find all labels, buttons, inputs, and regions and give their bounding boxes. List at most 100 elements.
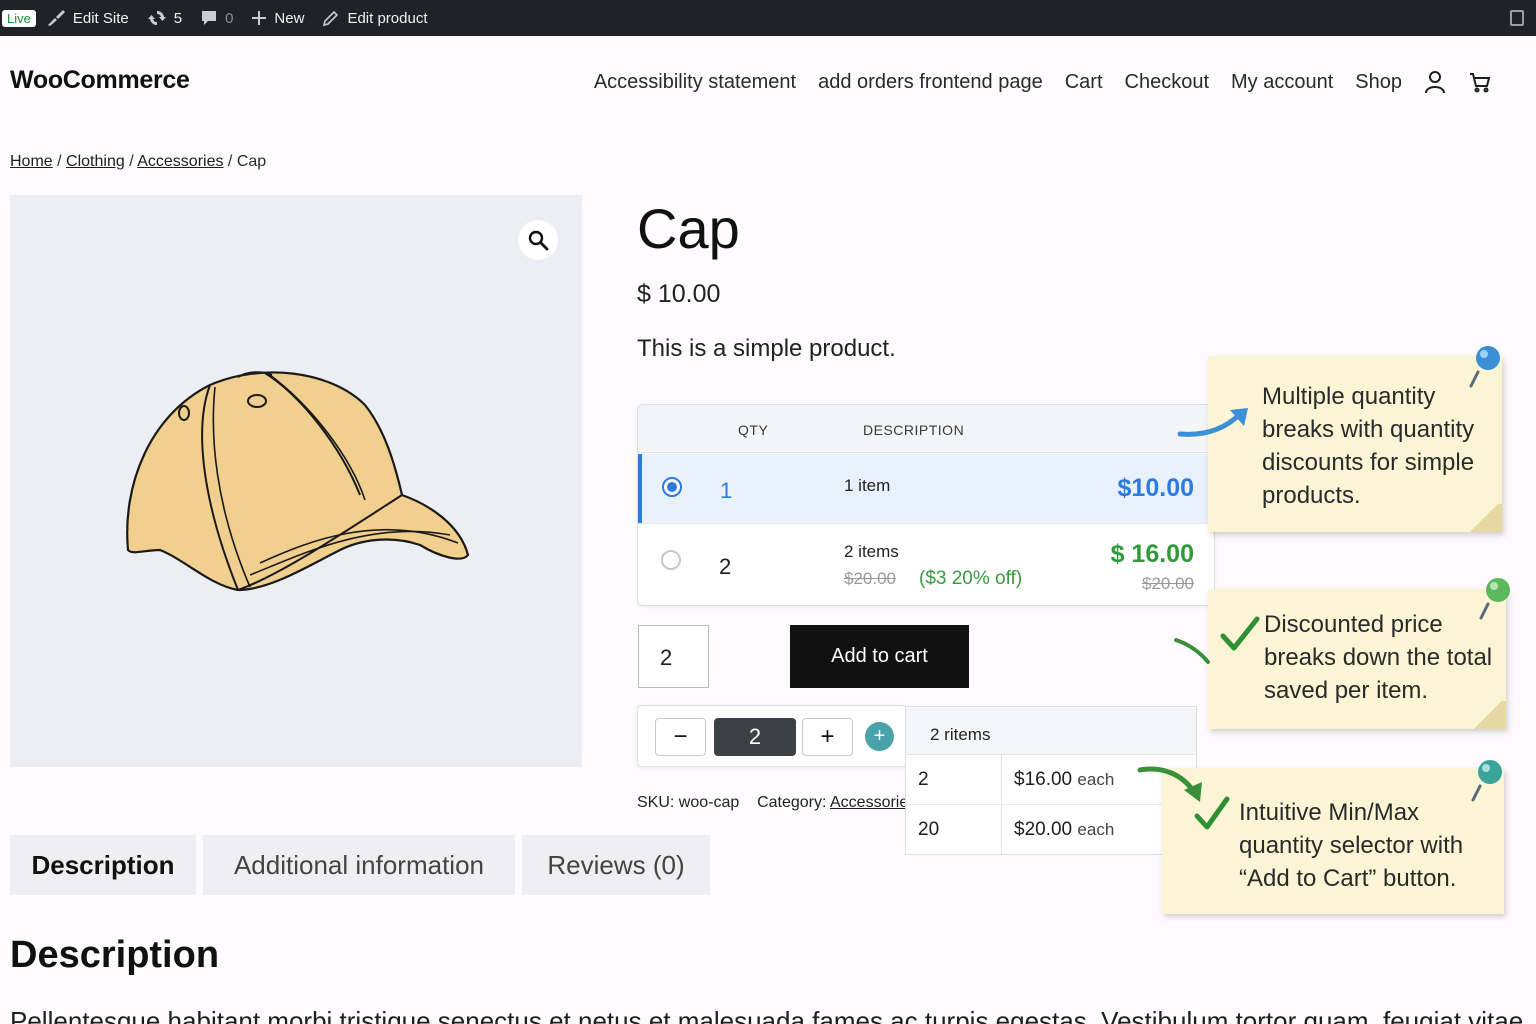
tier-radio[interactable] (661, 550, 681, 570)
sticky-note-min-max: Intuitive Min/Max quantity selector with… (1162, 768, 1504, 914)
tiers-header: QTY DESCRIPTION (638, 405, 1214, 453)
arrow-icon (1174, 638, 1210, 664)
comments-count: 0 (225, 9, 234, 27)
sku-value: woo-cap (678, 794, 740, 811)
tab-description[interactable]: Description (10, 835, 196, 895)
product-short-description: This is a simple product. (637, 335, 896, 362)
breadcrumb-separator: / (57, 153, 62, 170)
stepper-value[interactable]: 2 (714, 718, 796, 756)
range-qty: 2 (918, 769, 929, 790)
breadcrumb-separator: / (129, 153, 134, 170)
cell-divider (1001, 805, 1002, 855)
updates-link[interactable]: 5 (147, 9, 182, 27)
tiers-header-description: DESCRIPTION (863, 422, 965, 438)
note-line: quantity selector with (1239, 832, 1464, 859)
increment-button[interactable]: + (802, 718, 853, 756)
note-line: Intuitive Min/Max (1239, 799, 1420, 826)
decrement-button[interactable]: − (655, 718, 706, 756)
breadcrumb-home[interactable]: Home (10, 153, 53, 170)
comment-icon (202, 11, 217, 25)
updates-count: 5 (173, 9, 183, 27)
product-meta: SKU: woo-cap Category: Accessories (637, 794, 905, 812)
range-price-value: $20.00 (1014, 819, 1073, 840)
nav-item-accessibility[interactable]: Accessibility statement (594, 71, 796, 94)
edit-product-label: Edit product (347, 9, 428, 27)
tab-reviews[interactable]: Reviews (0) (522, 835, 710, 895)
nav-item-my-account[interactable]: My account (1231, 71, 1333, 94)
category-link[interactable]: Accessories (830, 794, 905, 811)
breadcrumb-accessories[interactable]: Accessories (137, 153, 223, 170)
comments-link[interactable]: 0 (200, 9, 233, 27)
product-title: Cap (637, 197, 740, 260)
sku-label: SKU: (637, 794, 675, 811)
description-text: Pellentesque habitant morbi tristique se… (10, 1006, 1524, 1024)
quantity-input[interactable]: 2 (638, 625, 709, 688)
sticky-note-discounted-price: Discounted price breaks down the total s… (1208, 589, 1506, 729)
account-icon[interactable] (1424, 70, 1446, 94)
nav-item-add-orders[interactable]: add orders frontend page (818, 71, 1043, 94)
tier-description: 2 items (844, 542, 899, 561)
add-circle-icon[interactable]: + (865, 722, 894, 751)
ranges-header: 2 ritems (906, 707, 1196, 755)
tab-additional-information[interactable]: Additional information (203, 835, 515, 895)
note-curl (1466, 504, 1502, 532)
site-title[interactable]: WooCommerce (10, 66, 190, 95)
breadcrumb: Home / Clothing / Accessories / Cap (10, 153, 266, 171)
cell-divider (1001, 755, 1002, 805)
tier-row[interactable]: 1 1 item $10.00 (638, 454, 1214, 523)
sticky-note-quantity-breaks: Multiple quantity breaks with quantity d… (1208, 356, 1502, 532)
category-label: Category: (757, 794, 827, 811)
edit-site-label: Edit Site (72, 9, 129, 27)
product-price: $ 10.00 (637, 280, 721, 308)
note-line: “Add to Cart” button. (1239, 865, 1457, 892)
quantity-tiers-table: QTY DESCRIPTION 1 1 item $10.00 2 2 item… (637, 404, 1215, 606)
live-badge: Live (2, 9, 36, 27)
range-unit: each (1077, 820, 1115, 839)
description-heading: Description (10, 934, 220, 976)
edit-product-link[interactable]: Edit product (322, 9, 427, 27)
tier-qty: 1 (720, 478, 733, 503)
arrow-icon (1177, 408, 1248, 437)
breadcrumb-separator: / (227, 153, 233, 170)
nav-item-checkout[interactable]: Checkout (1125, 71, 1210, 94)
tier-price: $10.00 (1117, 474, 1194, 502)
new-label: New (274, 9, 305, 27)
note-line: breaks with quantity (1262, 416, 1475, 443)
new-link[interactable]: New (251, 10, 304, 27)
range-price: $16.00 each (1014, 769, 1114, 791)
teal-pin-icon (1471, 760, 1502, 802)
add-to-cart-button[interactable]: Add to cart (790, 625, 969, 688)
tier-radio-selected[interactable] (662, 477, 682, 497)
tier-price: $ 16.00 (1110, 540, 1194, 568)
tier-row[interactable]: 2 2 items $20.00 ($3 20% off) $ 16.00 $2… (638, 523, 1214, 605)
edit-site-link[interactable]: Edit Site (46, 9, 129, 27)
tier-qty: 2 (719, 554, 732, 579)
range-unit: each (1077, 770, 1115, 789)
blue-pin-icon (1469, 346, 1500, 388)
pencil-icon (323, 10, 339, 27)
admin-bar: Live Edit Site 5 0 New Edit product (0, 0, 1536, 36)
nav-item-shop[interactable]: Shop (1355, 71, 1402, 94)
cap-image (126, 371, 470, 592)
breadcrumb-clothing[interactable]: Clothing (66, 153, 125, 170)
screen-options-icon[interactable] (1510, 10, 1524, 26)
note-curl (1470, 701, 1506, 729)
tier-description: 1 item (844, 476, 891, 495)
arrow-icon (1137, 766, 1202, 802)
tier-old-total: $20.00 (844, 569, 896, 588)
green-pin-icon (1479, 578, 1510, 620)
cart-icon[interactable] (1468, 70, 1492, 94)
checkmark-icon (1220, 616, 1260, 651)
refresh-icon (147, 10, 166, 26)
product-gallery[interactable] (10, 195, 582, 767)
main-navigation: Accessibility statement add orders front… (594, 70, 1492, 94)
quantity-stepper: − 2 + + (637, 705, 907, 767)
range-qty: 20 (918, 819, 940, 840)
note-line: Discounted price (1264, 611, 1443, 638)
tiers-header-qty: QTY (738, 422, 769, 438)
breadcrumb-current: Cap (236, 153, 267, 170)
nav-item-cart[interactable]: Cart (1065, 71, 1103, 94)
note-line: discounts for simple (1262, 449, 1475, 476)
plus-icon (252, 11, 267, 25)
note-line: breaks down the total (1264, 644, 1493, 671)
